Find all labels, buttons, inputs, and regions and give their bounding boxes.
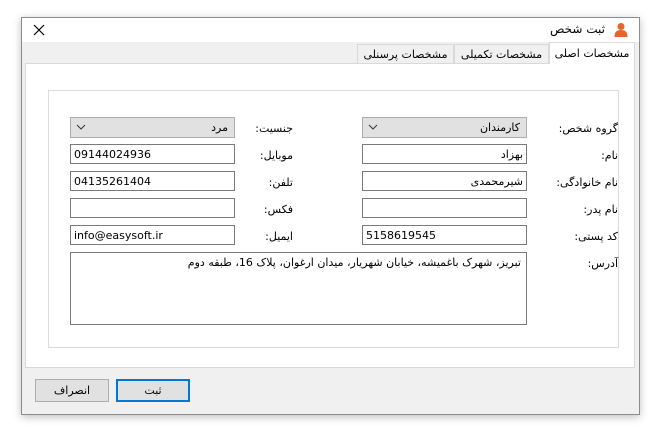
person-group-select[interactable]: کارمندان bbox=[362, 117, 527, 138]
submit-button[interactable]: ثبت bbox=[116, 379, 190, 402]
window-title: ثبت شخص bbox=[549, 22, 605, 36]
phone-label: تلفن: bbox=[268, 176, 293, 189]
close-button[interactable] bbox=[24, 18, 54, 42]
tab-panel-main: گروه شخص: کارمندان جنسیت: مرد نام: بهزاد… bbox=[25, 63, 635, 368]
father-name-label: نام پدر: bbox=[583, 203, 618, 216]
tab-strip: مشخصات اصلی مشخصات تکمیلی مشخصات پرسنلی bbox=[22, 42, 639, 64]
close-icon bbox=[33, 24, 45, 36]
tab-personnel-details[interactable]: مشخصات پرسنلی bbox=[357, 44, 454, 63]
address-label: آدرس: bbox=[587, 257, 618, 270]
mobile-label: موبایل: bbox=[259, 149, 293, 162]
cancel-button[interactable]: انصراف bbox=[35, 379, 109, 402]
phone-field[interactable]: 04135261404 bbox=[70, 171, 235, 191]
title-bar: ثبت شخص bbox=[22, 18, 639, 42]
address-textarea[interactable]: تبریز، شهرک باغمیشه، خیابان شهریار، میدا… bbox=[70, 252, 527, 325]
tab-extra-details[interactable]: مشخصات تکمیلی bbox=[454, 44, 549, 63]
gender-label: جنسیت: bbox=[255, 122, 293, 135]
chevron-down-icon bbox=[76, 124, 86, 130]
person-group-label: گروه شخص: bbox=[558, 122, 618, 135]
postal-code-field[interactable]: 5158619545 bbox=[362, 225, 527, 245]
postal-code-label: کد پستی: bbox=[574, 230, 618, 243]
mobile-field[interactable]: 09144024936 bbox=[70, 144, 235, 164]
form-group-box: گروه شخص: کارمندان جنسیت: مرد نام: بهزاد… bbox=[48, 90, 619, 348]
fax-label: فکس: bbox=[263, 203, 293, 216]
father-name-field[interactable] bbox=[362, 198, 527, 218]
first-name-field[interactable]: بهزاد bbox=[362, 144, 527, 164]
email-field[interactable]: info@easysoft.ir bbox=[70, 225, 235, 245]
gender-select[interactable]: مرد bbox=[70, 117, 235, 138]
chevron-down-icon bbox=[368, 124, 378, 130]
tab-main-details[interactable]: مشخصات اصلی bbox=[549, 42, 635, 64]
last-name-label: نام خانوادگی: bbox=[556, 176, 618, 189]
person-icon bbox=[614, 23, 628, 37]
fax-field[interactable] bbox=[70, 198, 235, 218]
email-label: ایمیل: bbox=[265, 230, 293, 243]
dialog-window: ثبت شخص مشخصات اصلی مشخصات تکمیلی مشخصات… bbox=[21, 17, 640, 415]
first-name-label: نام: bbox=[601, 149, 618, 162]
last-name-field[interactable]: شیرمحمدی bbox=[362, 171, 527, 191]
